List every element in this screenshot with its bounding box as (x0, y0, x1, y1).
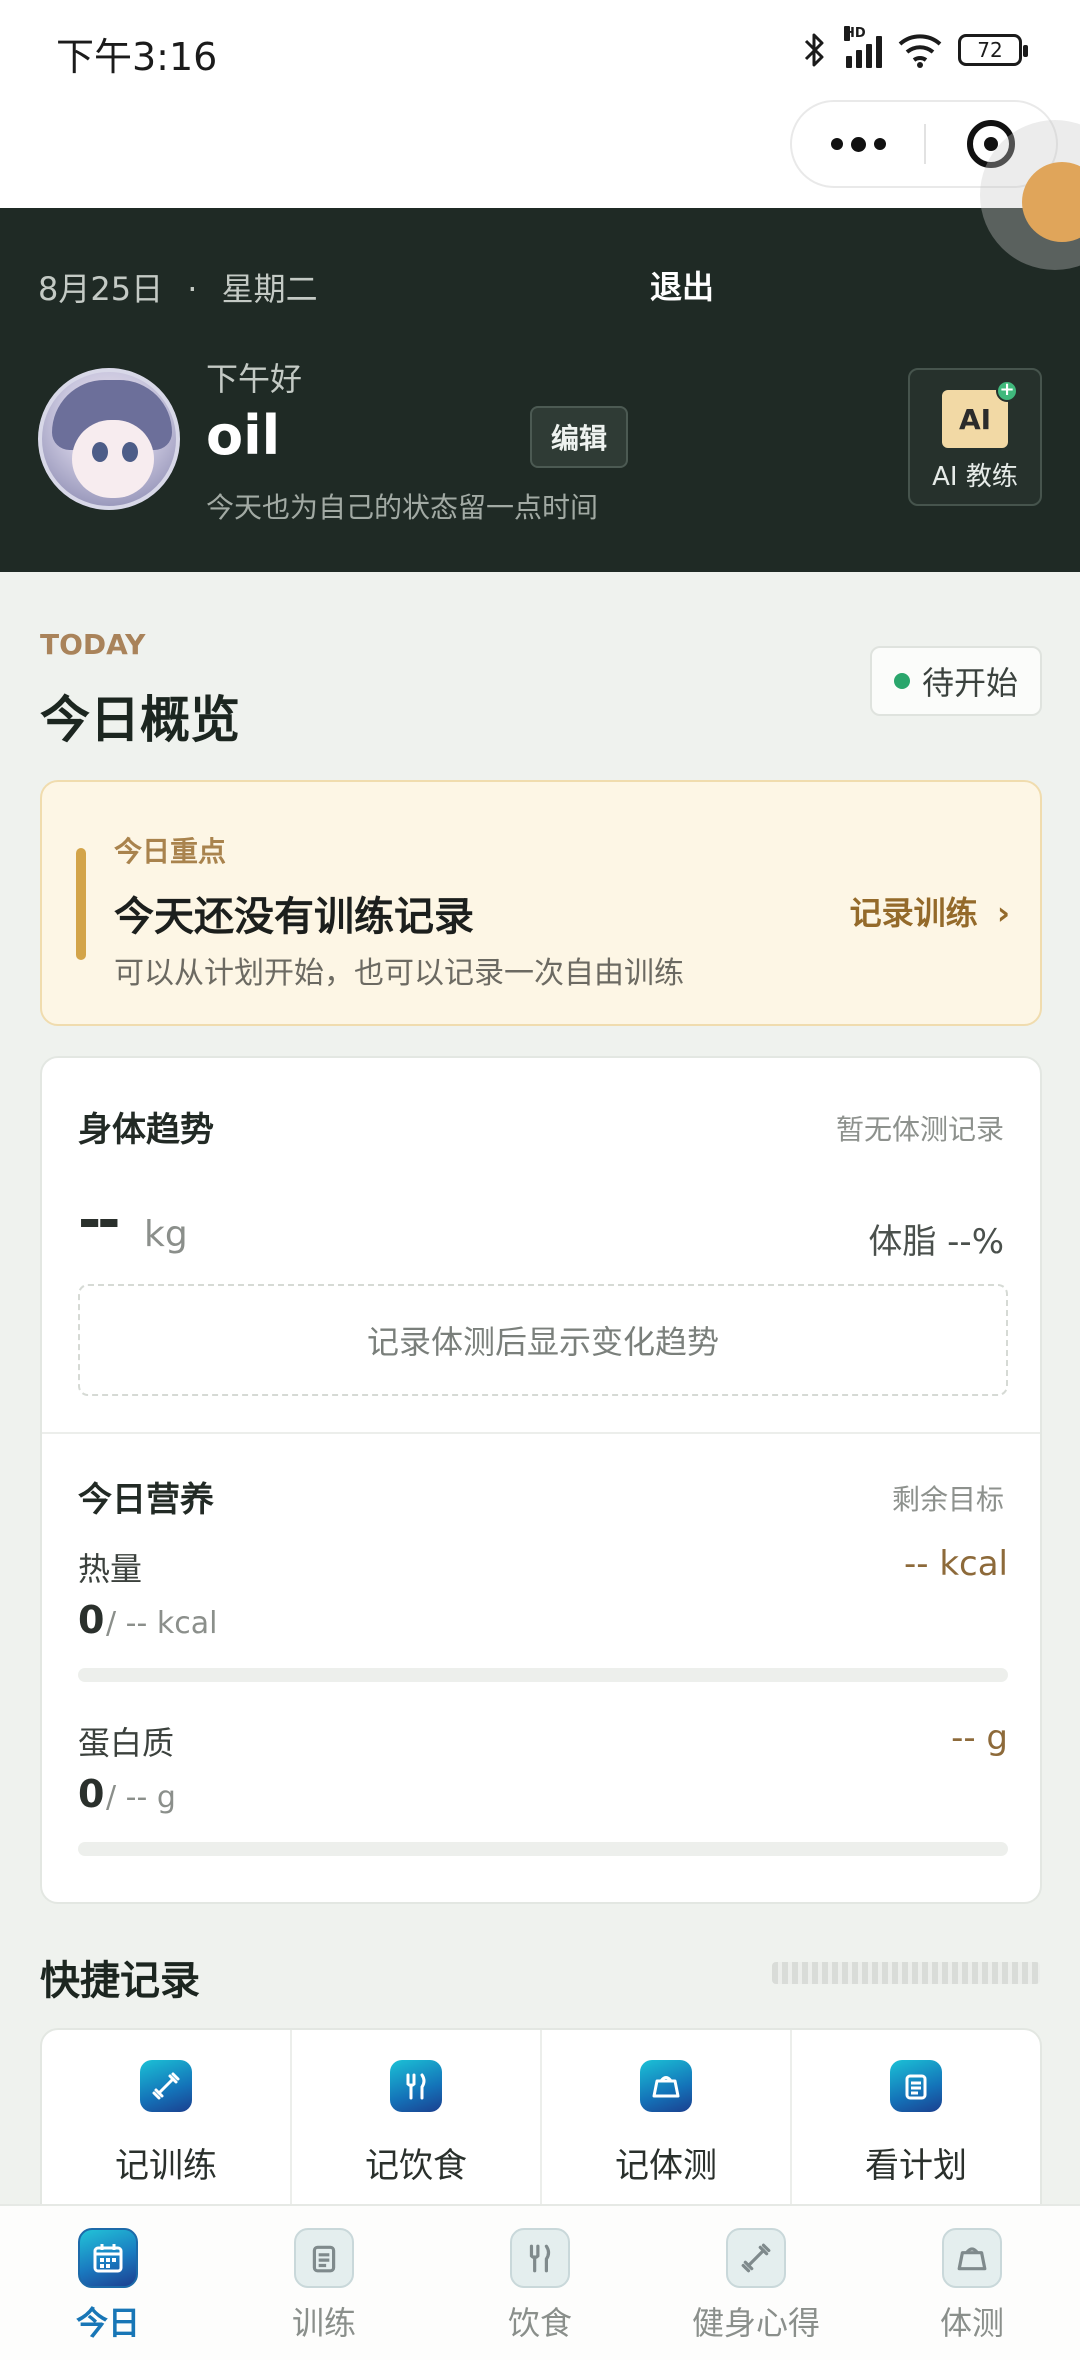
nutrition-remaining: -- kcal (903, 1544, 1008, 1584)
status-text: 待开始 (921, 664, 1018, 702)
quick-record-body[interactable]: 记体测 (542, 2030, 792, 2206)
quick-label: 记体测 (615, 2146, 717, 2186)
tab-fitness-notes[interactable]: 健身心得 (648, 2206, 864, 2360)
quick-record-more-link[interactable] (772, 1962, 1040, 1984)
overview-title: 今日概览 (40, 691, 240, 749)
scale-icon (942, 2228, 1002, 2288)
weight-value: -- (78, 1188, 121, 1253)
profile-header: 8月25日 · 星期二 退出 下午好 oil 编辑 今天也为自己的状态留一点时间… (0, 208, 1080, 572)
battery-icon: 72 (958, 34, 1028, 66)
nutrition-progress-bar (78, 1842, 1008, 1856)
date-text: 8月25日 (38, 270, 164, 308)
status-bar: 下午3:16 HD 72 (0, 0, 1080, 100)
body-fat-value: 体脂 --% (868, 1222, 1004, 1262)
battery-level: 72 (977, 38, 1003, 62)
nutrition-value: 0 (78, 1772, 105, 1816)
quick-view-plan[interactable]: 看计划 (792, 2030, 1040, 2206)
ai-badge-text: AI (958, 402, 992, 436)
tab-training[interactable]: 训练 (216, 2206, 432, 2360)
nav-bar (0, 100, 1080, 208)
weekday-text: 星期二 (221, 270, 318, 308)
nutrition-remaining: -- g (951, 1718, 1008, 1758)
tab-label: 饮食 (507, 2304, 572, 2342)
nutrition-name: 热量 (78, 1550, 143, 1588)
body-trend-note: 暂无体测记录 (835, 1113, 1004, 1146)
tab-label: 训练 (291, 2304, 356, 2342)
status-time: 下午3:16 (56, 35, 218, 79)
record-training-link[interactable]: 记录训练 › (850, 888, 1010, 934)
focus-label: 今日重点 (114, 835, 227, 868)
tab-label: 健身心得 (691, 2304, 820, 2342)
quick-label: 看计划 (865, 2146, 967, 2186)
focus-accent-bar (76, 848, 86, 960)
nutrition-name: 蛋白质 (78, 1724, 175, 1762)
nutrition-title: 今日营养 (78, 1480, 214, 1520)
nutrition-progress-bar (78, 1668, 1008, 1682)
plus-icon: + (996, 380, 1018, 402)
clipboard-icon (294, 2228, 354, 2288)
card-divider (42, 1432, 1040, 1434)
calendar-icon (78, 2228, 138, 2288)
focus-subtitle: 可以从计划开始，也可以记录一次自由训练 (114, 956, 684, 991)
wifi-icon (898, 34, 942, 68)
nutrition-right-label: 剩余目标 (891, 1483, 1004, 1516)
focus-title: 今天还没有训练记录 (114, 894, 474, 940)
greeting-text: 下午好 (206, 360, 303, 398)
header-subtitle: 今天也为自己的状态留一点时间 (206, 491, 599, 524)
more-options-button[interactable] (792, 100, 924, 188)
quick-label: 记饮食 (365, 2146, 467, 2186)
header-date: 8月25日 · 星期二 (38, 264, 318, 310)
status-icons: HD 72 (800, 26, 1028, 70)
tab-today[interactable]: 今日 (0, 2206, 216, 2360)
dumbbell-icon (726, 2228, 786, 2288)
trend-placeholder[interactable]: 记录体测后显示变化趋势 (78, 1284, 1008, 1396)
utensils-icon (510, 2228, 570, 2288)
date-separator: · (187, 270, 198, 308)
tab-label: 体测 (939, 2304, 1004, 2342)
tab-body-measure[interactable]: 体测 (864, 2206, 1080, 2360)
body-nutrition-card: 身体趋势 暂无体测记录 -- kg 体脂 --% 记录体测后显示变化趋势 今日营… (40, 1056, 1042, 1904)
quick-label: 记训练 (115, 2146, 217, 2186)
signal-icon: HD (844, 26, 882, 68)
tab-diet[interactable]: 饮食 (432, 2206, 648, 2360)
avatar[interactable] (38, 368, 180, 510)
dumbbell-icon (140, 2060, 192, 2112)
logout-button[interactable]: 退出 (650, 262, 714, 308)
edit-profile-button[interactable]: 编辑 (530, 406, 628, 468)
ai-badge-icon: AI + (942, 380, 1018, 448)
chevron-right-icon: › (996, 894, 1010, 932)
signal-hd-label: HD (844, 26, 866, 41)
username: oil (206, 404, 281, 467)
ai-coach-label: AI 教练 (932, 462, 1018, 492)
utensils-icon (390, 2060, 442, 2112)
status-dot-icon (893, 673, 910, 689)
bluetooth-icon (804, 33, 824, 67)
bottom-tab-bar: 今日 训练 饮食 健身心得 体测 (0, 2204, 1080, 2360)
quick-record-diet[interactable]: 记饮食 (292, 2030, 542, 2206)
quick-record-training[interactable]: 记训练 (42, 2030, 292, 2206)
ai-coach-button[interactable]: AI + AI 教练 (908, 368, 1042, 506)
record-training-label: 记录训练 (849, 894, 978, 932)
weight-unit: kg (144, 1214, 188, 1255)
today-focus-card: 今日重点 今天还没有训练记录 可以从计划开始，也可以记录一次自由训练 记录训练 … (40, 780, 1042, 1026)
body-trend-title: 身体趋势 (78, 1110, 214, 1150)
today-tag: TODAY (40, 628, 146, 661)
tab-label: 今日 (75, 2304, 140, 2342)
quick-record-card: 记训练 记饮食 记体测 看计划 (40, 2028, 1042, 2208)
nutrition-value: 0 (78, 1598, 105, 1642)
status-badge: 待开始 (870, 646, 1042, 716)
nutrition-goal: / -- g (106, 1780, 176, 1815)
quick-record-title: 快捷记录 (40, 1958, 200, 2004)
nutrition-goal: / -- kcal (106, 1606, 218, 1641)
trend-placeholder-text: 记录体测后显示变化趋势 (366, 1323, 719, 1361)
scale-icon (640, 2060, 692, 2112)
clipboard-icon (890, 2060, 942, 2112)
